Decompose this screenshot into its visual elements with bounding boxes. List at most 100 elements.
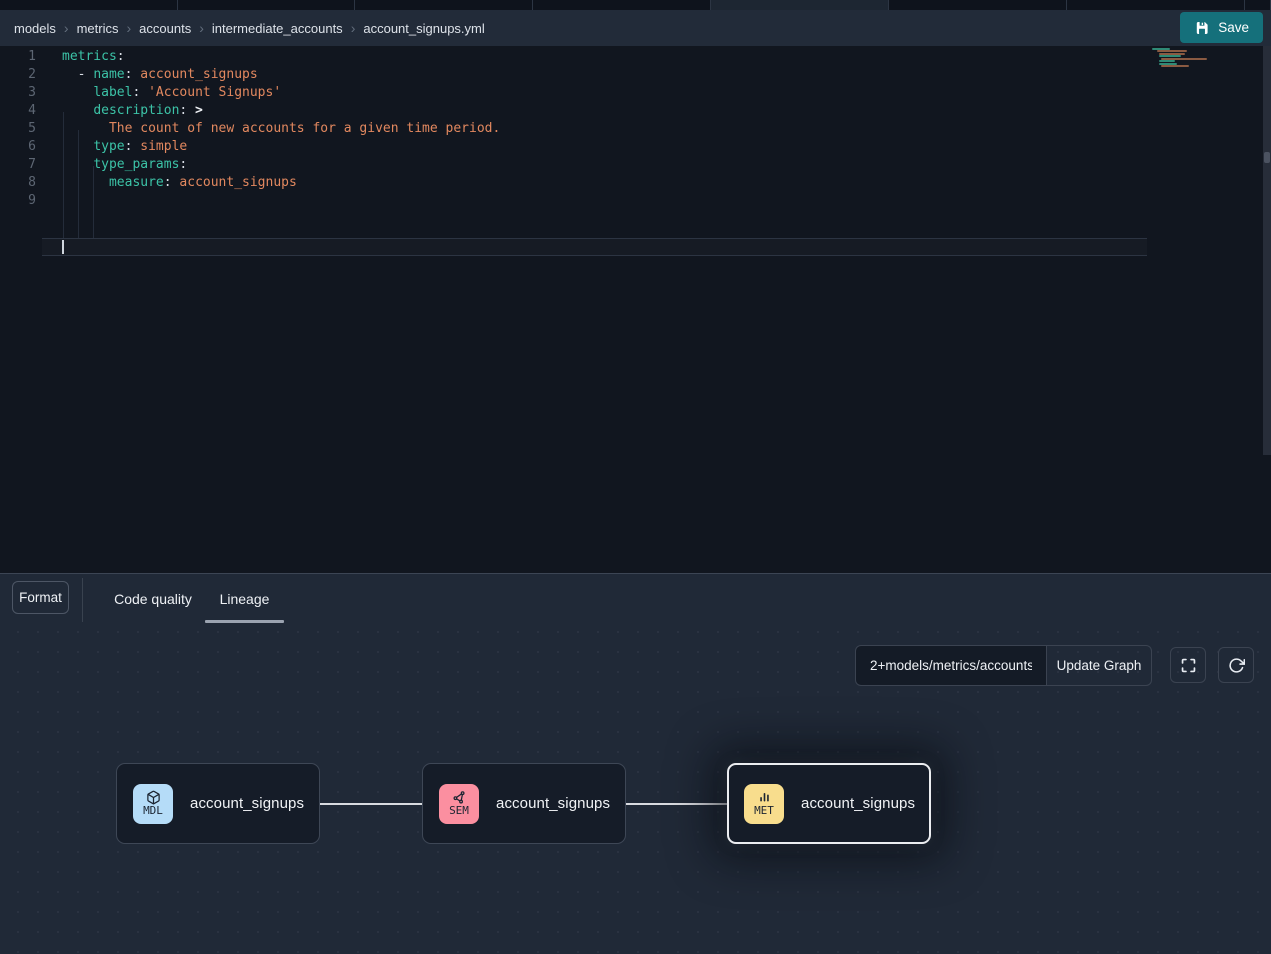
badge-label: MDL	[143, 805, 163, 817]
yaml-punct: :	[164, 175, 172, 190]
yaml-punct	[62, 139, 93, 154]
line-number: 7	[0, 156, 36, 174]
fullscreen-button[interactable]	[1170, 647, 1206, 683]
file-tabstrip	[0, 0, 1271, 10]
chevron-right-icon: ›	[199, 21, 204, 35]
yaml-punct: -	[62, 67, 93, 82]
lineage-node-model[interactable]: MDL account_signups	[116, 763, 320, 844]
badge-label: MET	[754, 805, 774, 817]
file-tab[interactable]	[1067, 0, 1245, 10]
yaml-value: account_signups	[132, 67, 257, 82]
code-line: type: simple	[62, 138, 500, 156]
yaml-string: The count of new accounts for a given ti…	[62, 121, 500, 136]
tab-code-quality[interactable]: Code quality	[108, 574, 198, 623]
save-floppy-icon	[1194, 20, 1210, 36]
lineage-edge	[320, 803, 422, 805]
bottom-panel: Format Code quality Lineage Update Graph	[0, 574, 1271, 954]
code-line: type_params:	[62, 156, 500, 174]
node-label: account_signups	[496, 795, 610, 812]
line-number: 6	[0, 138, 36, 156]
refresh-button[interactable]	[1218, 647, 1254, 683]
chevron-right-icon: ›	[351, 21, 356, 35]
line-number: 8	[0, 174, 36, 192]
code-line: description: >	[62, 102, 500, 120]
yaml-key: metrics	[62, 49, 117, 64]
node-label: account_signups	[190, 795, 304, 812]
minimap[interactable]	[1152, 48, 1214, 68]
yaml-punct: :	[179, 157, 187, 172]
refresh-icon	[1228, 657, 1245, 674]
active-tab-underline	[205, 620, 284, 623]
line-number-gutter: 1 2 3 4 5 6 7 8 9	[0, 48, 36, 210]
file-tab[interactable]	[355, 0, 533, 10]
code-line: The count of new accounts for a given ti…	[62, 120, 500, 138]
yaml-value: account_signups	[172, 175, 297, 190]
format-button[interactable]: Format	[12, 581, 69, 614]
breadcrumb-bar: models › metrics › accounts › intermedia…	[0, 10, 1271, 46]
yaml-string: 'Account Signups'	[140, 85, 281, 100]
code-line: measure: account_signups	[62, 174, 500, 192]
save-button-label: Save	[1218, 20, 1249, 35]
file-tab[interactable]	[889, 0, 1067, 10]
line-number: 5	[0, 120, 36, 138]
yaml-punct	[62, 175, 109, 190]
yaml-punct	[62, 85, 93, 100]
yaml-key: description	[93, 103, 179, 118]
badge-label: SEM	[449, 805, 469, 817]
model-badge: MDL	[133, 784, 173, 824]
code-content[interactable]: metrics: - name: account_signups label: …	[62, 48, 500, 210]
metric-badge: MET	[744, 784, 784, 824]
text-cursor	[62, 240, 64, 254]
lineage-node-semantic-model[interactable]: SEM account_signups	[422, 763, 626, 844]
breadcrumb-item-accounts[interactable]: accounts	[139, 21, 191, 36]
bar-chart-icon	[757, 790, 772, 805]
chevron-right-icon: ›	[64, 21, 69, 35]
node-label: account_signups	[801, 795, 915, 812]
file-tab[interactable]	[1245, 0, 1271, 10]
ide-window: models › metrics › accounts › intermedia…	[0, 0, 1271, 954]
current-line-highlight	[42, 238, 1147, 256]
chevron-right-icon: ›	[126, 21, 131, 35]
fullscreen-icon	[1180, 657, 1197, 674]
file-tab[interactable]	[178, 0, 355, 10]
tab-lineage[interactable]: Lineage	[205, 574, 284, 623]
yaml-key: name	[93, 67, 124, 82]
breadcrumb-item-models[interactable]: models	[14, 21, 56, 36]
file-tab[interactable]	[533, 0, 711, 10]
yaml-block-indicator: >	[187, 103, 203, 118]
line-number: 9	[0, 192, 36, 210]
scrollbar-handle[interactable]	[1264, 152, 1270, 163]
lineage-edge	[625, 803, 727, 805]
cube-icon	[146, 790, 161, 805]
yaml-punct	[62, 157, 93, 172]
yaml-value: simple	[132, 139, 187, 154]
lineage-node-metric-selected[interactable]: MET account_signups	[727, 763, 931, 844]
code-editor[interactable]: 1 2 3 4 5 6 7 8 9 metrics: - name: accou…	[0, 46, 1271, 573]
yaml-punct	[62, 103, 93, 118]
update-graph-button[interactable]: Update Graph	[1046, 645, 1152, 686]
breadcrumb-item-intermediate-accounts[interactable]: intermediate_accounts	[212, 21, 343, 36]
editor-scrollbar[interactable]	[1263, 46, 1271, 455]
line-number: 2	[0, 66, 36, 84]
save-button[interactable]: Save	[1180, 12, 1263, 43]
line-number: 4	[0, 102, 36, 120]
code-line: - name: account_signups	[62, 66, 500, 84]
semantic-network-icon	[452, 790, 467, 805]
breadcrumb-item-file: account_signups.yml	[363, 21, 484, 36]
yaml-punct: :	[117, 49, 125, 64]
lineage-filter-input[interactable]	[855, 645, 1047, 686]
yaml-key: type	[93, 139, 124, 154]
lineage-canvas[interactable]: Update Graph	[0, 630, 1271, 954]
yaml-key: type_params	[93, 157, 179, 172]
tab-divider	[82, 578, 83, 622]
yaml-key: measure	[109, 175, 164, 190]
code-line: metrics:	[62, 48, 500, 66]
code-line: label: 'Account Signups'	[62, 84, 500, 102]
file-tab[interactable]	[0, 0, 178, 10]
file-tab-active[interactable]	[711, 0, 889, 10]
line-number: 1	[0, 48, 36, 66]
code-line	[62, 192, 500, 210]
breadcrumb-item-metrics[interactable]: metrics	[77, 21, 119, 36]
yaml-key: label	[93, 85, 132, 100]
semantic-model-badge: SEM	[439, 784, 479, 824]
